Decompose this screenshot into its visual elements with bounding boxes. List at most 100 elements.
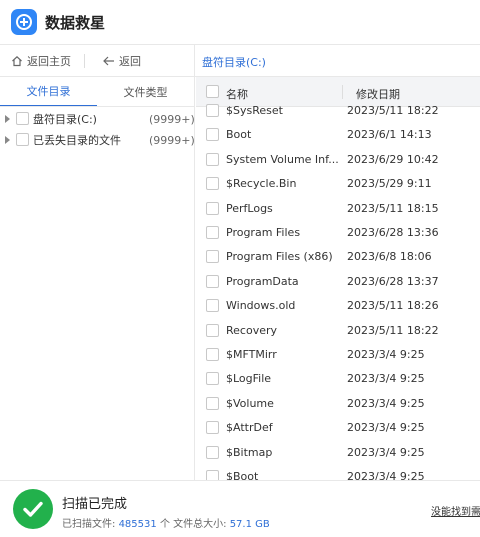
- table-row[interactable]: $AttrDef 2023/3/4 9:25: [196, 416, 480, 440]
- left-panel: 文件目录 文件类型 盘符目录(C:) (9999+) 已丢失目录的文件 (999…: [0, 77, 195, 480]
- file-name: Boot: [226, 128, 252, 142]
- home-button[interactable]: 返回主页: [11, 52, 71, 70]
- back-button[interactable]: 返回: [102, 52, 141, 70]
- table-row[interactable]: $LogFile 2023/3/4 9:25: [196, 367, 480, 391]
- row-checkbox[interactable]: [206, 372, 219, 386]
- row-checkbox[interactable]: [206, 104, 219, 117]
- row-checkbox[interactable]: [206, 128, 219, 142]
- row-checkbox[interactable]: [206, 177, 219, 191]
- tree-item-count: (9999+): [149, 133, 195, 147]
- tabs-divider: [0, 106, 195, 107]
- table-row[interactable]: PerfLogs 2023/5/11 18:15: [196, 197, 480, 221]
- table-row[interactable]: Boot 2023/6/1 14:13: [196, 123, 480, 147]
- file-name: Recovery: [226, 323, 278, 337]
- table-row[interactable]: $Volume 2023/3/4 9:25: [196, 392, 480, 416]
- expand-arrow-icon[interactable]: [5, 115, 10, 123]
- row-checkbox[interactable]: [206, 470, 219, 480]
- row-checkbox[interactable]: [206, 396, 219, 410]
- checkbox[interactable]: [16, 112, 29, 125]
- home-label: 返回主页: [27, 55, 71, 68]
- file-name: Program Files (x86): [226, 250, 333, 264]
- file-name: $Recycle.Bin: [226, 177, 297, 191]
- table-row[interactable]: ProgramData 2023/6/28 13:37: [196, 270, 480, 294]
- tab-file-type[interactable]: 文件类型: [97, 77, 194, 107]
- row-checkbox[interactable]: [206, 152, 219, 166]
- file-list-panel: 名称 修改日期 $SysReset 2023/5/11 18:22 Boot 2023…: [196, 77, 480, 480]
- modified-date: 2023/3/4 9:25: [347, 396, 425, 410]
- nav-bar: 返回主页 返回 盘符目录(C:): [0, 44, 480, 77]
- table-row[interactable]: $Bitmap 2023/3/4 9:25: [196, 441, 480, 465]
- modified-date: 2023/5/11 18:22: [347, 323, 439, 337]
- select-all-checkbox[interactable]: [206, 85, 219, 98]
- modified-date: 2023/3/4 9:25: [347, 348, 425, 361]
- modified-date: 2023/6/28 13:36: [347, 226, 439, 239]
- total-size-label: 文件总大小:: [173, 519, 227, 530]
- modified-date: 2023/3/4 9:25: [347, 445, 425, 459]
- table-row[interactable]: $SysReset 2023/5/11 18:22: [196, 99, 480, 123]
- modified-date: 2023/5/29 9:11: [347, 177, 432, 191]
- tree-item-count: (9999+): [149, 112, 195, 126]
- count-unit: 个: [159, 519, 170, 530]
- panel-divider: [194, 45, 195, 77]
- scan-summary: 已扫描文件: 485531 个 文件总大小: 57.1 GB: [62, 515, 270, 530]
- scan-complete-title: 扫描已完成: [62, 497, 128, 512]
- file-name: $Bitmap: [226, 445, 273, 459]
- scanned-label: 已扫描文件:: [62, 519, 116, 530]
- modified-date: 2023/5/11 18:15: [347, 201, 439, 215]
- modified-date: 2023/3/4 9:25: [347, 470, 425, 480]
- file-name: $LogFile: [226, 372, 272, 386]
- table-row[interactable]: $Recycle.Bin 2023/5/29 9:11: [196, 172, 480, 196]
- scanned-count: 485531: [118, 519, 157, 530]
- table-row[interactable]: $Boot 2023/3/4 9:25: [196, 465, 480, 480]
- row-checkbox[interactable]: [206, 250, 219, 264]
- modified-date: 2023/6/1 14:13: [347, 128, 432, 142]
- not-found-link[interactable]: 没能找到需: [431, 503, 480, 518]
- row-checkbox[interactable]: [206, 201, 219, 215]
- row-checkbox[interactable]: [206, 323, 219, 337]
- table-row[interactable]: Windows.old 2023/5/11 18:26: [196, 294, 480, 318]
- check-circle-icon: [13, 489, 53, 529]
- tabs: 文件目录 文件类型: [0, 77, 195, 107]
- row-checkbox[interactable]: [206, 299, 219, 313]
- modified-date: 2023/3/4 9:25: [347, 372, 425, 386]
- nav-separator: [84, 54, 85, 68]
- file-name: $SysReset: [226, 104, 283, 117]
- file-name: Program Files: [226, 226, 301, 239]
- row-checkbox[interactable]: [206, 226, 219, 239]
- home-icon: [12, 55, 22, 67]
- modified-date: 2023/3/4 9:25: [347, 421, 425, 435]
- modified-date: 2023/5/11 18:26: [347, 299, 439, 313]
- tree-item-drive-c[interactable]: 盘符目录(C:) (9999+): [0, 109, 195, 129]
- modified-date: 2023/6/28 13:37: [347, 274, 439, 288]
- status-footer: 扫描已完成 已扫描文件: 485531 个 文件总大小: 57.1 GB 没能找…: [0, 480, 480, 537]
- table-row[interactable]: System Volume Inf... 2023/6/29 10:42: [196, 148, 480, 172]
- row-checkbox[interactable]: [206, 274, 219, 288]
- file-name: System Volume Inf...: [226, 152, 339, 166]
- checkbox[interactable]: [16, 133, 29, 146]
- file-name: Windows.old: [226, 299, 296, 313]
- file-name: $Boot: [226, 470, 259, 480]
- arrow-left-icon: [103, 56, 114, 66]
- table-row[interactable]: $MFTMirr 2023/3/4 9:25: [196, 343, 480, 367]
- row-checkbox[interactable]: [206, 421, 219, 435]
- column-separator[interactable]: [342, 85, 343, 99]
- row-checkbox[interactable]: [206, 348, 219, 361]
- tab-file-directory[interactable]: 文件目录: [0, 77, 97, 107]
- app-title: 数据救星: [45, 14, 106, 32]
- back-label: 返回: [119, 55, 141, 68]
- modified-date: 2023/6/29 10:42: [347, 152, 439, 166]
- table-row[interactable]: Recovery 2023/5/11 18:22: [196, 319, 480, 343]
- tree-item-lost-files[interactable]: 已丢失目录的文件 (9999+): [0, 130, 195, 150]
- plus-circle-icon: [11, 9, 37, 35]
- file-name: PerfLogs: [226, 201, 273, 215]
- table-row[interactable]: Program Files (x86) 2023/6/8 18:06: [196, 245, 480, 269]
- table-row[interactable]: Program Files 2023/6/28 13:36: [196, 221, 480, 245]
- expand-arrow-icon[interactable]: [5, 136, 10, 144]
- row-checkbox[interactable]: [206, 445, 219, 459]
- tree-item-label: 盘符目录(C:): [33, 113, 97, 126]
- title-bar: 数据救星: [0, 0, 480, 44]
- file-name: ProgramData: [226, 274, 299, 288]
- modified-date: 2023/5/11 18:22: [347, 104, 439, 117]
- file-name: $MFTMirr: [226, 348, 277, 361]
- current-path[interactable]: 盘符目录(C:): [202, 54, 266, 70]
